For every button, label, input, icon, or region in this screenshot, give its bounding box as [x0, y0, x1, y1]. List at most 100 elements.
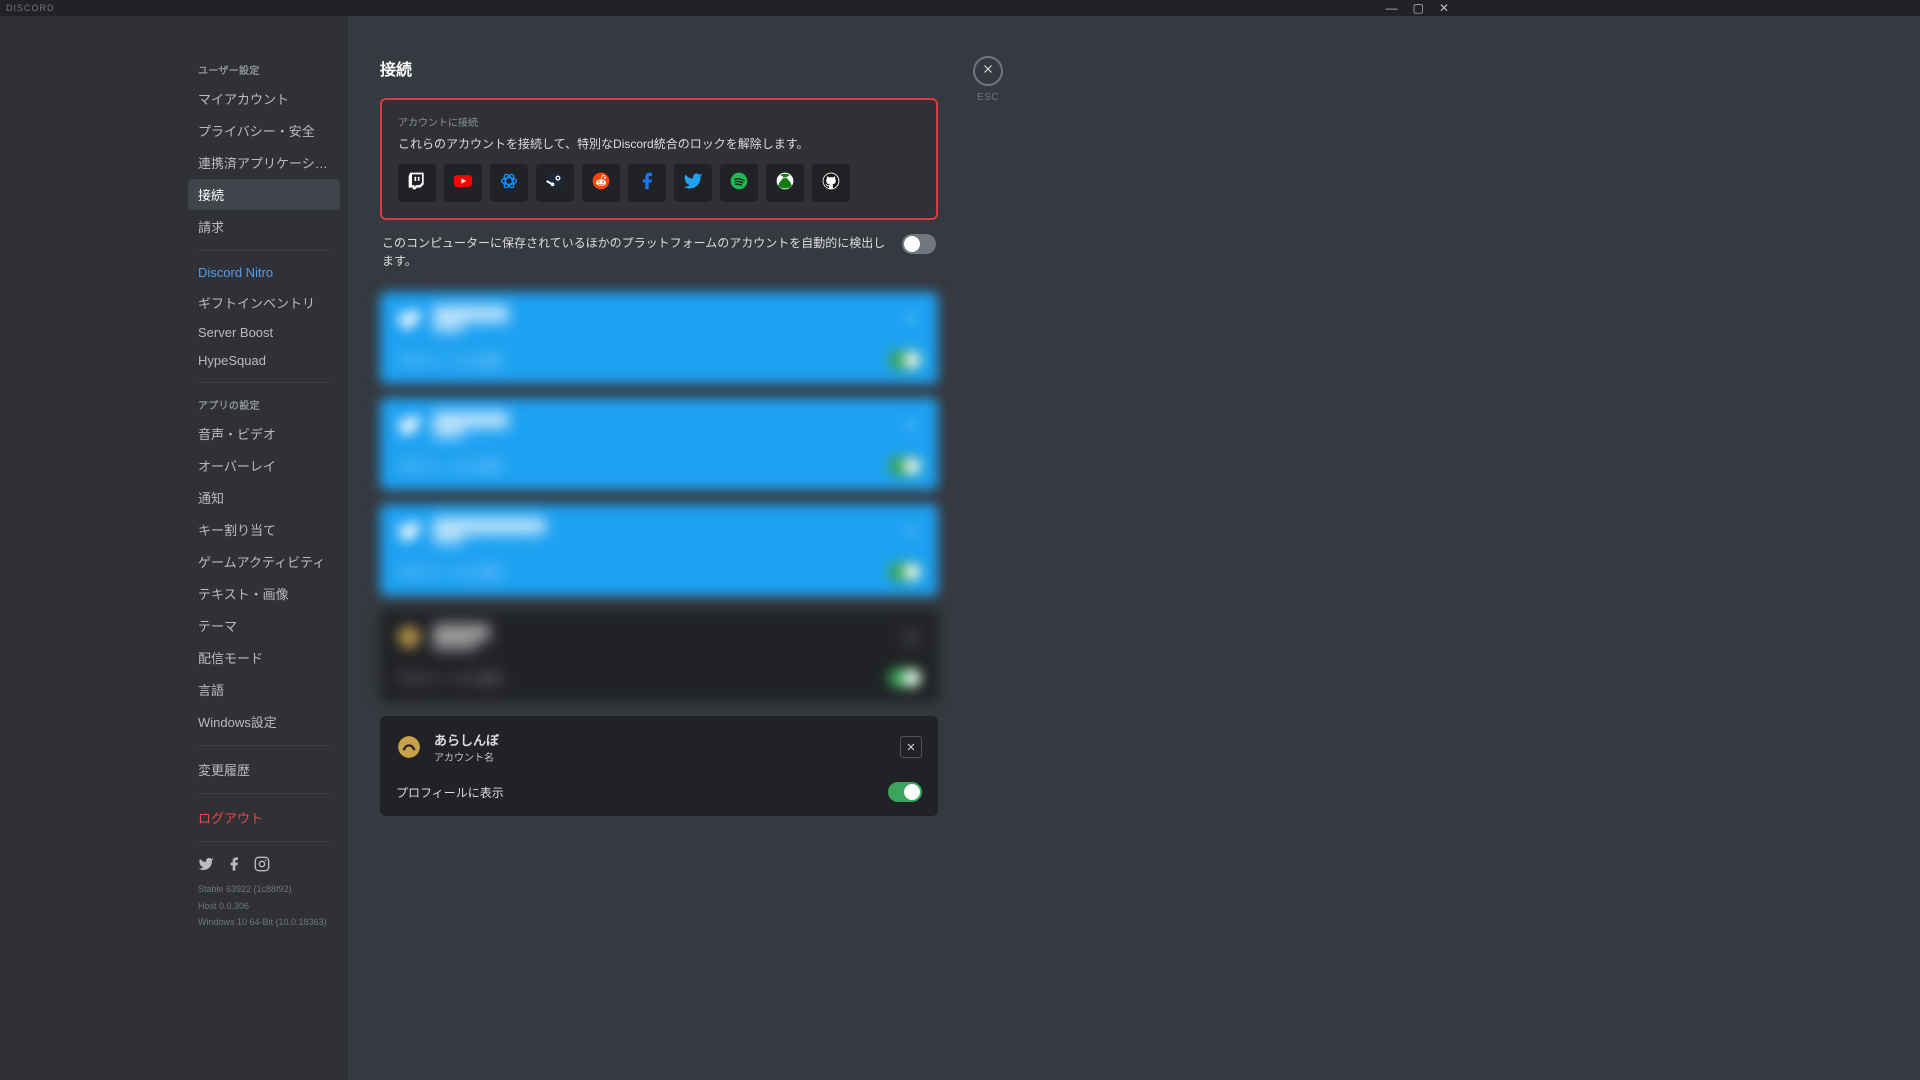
- connection-subtitle: ██████: [434, 639, 888, 650]
- remove-connection-button[interactable]: [900, 736, 922, 758]
- connect-xbox-button[interactable]: [766, 164, 804, 202]
- sidebar-header-app: アプリの設定: [188, 391, 340, 418]
- sidebar-item-streamer-mode[interactable]: 配信モード: [188, 642, 340, 673]
- maximize-button[interactable]: ▢: [1413, 0, 1425, 16]
- sidebar-item-windows[interactable]: Windows設定: [188, 706, 340, 737]
- window-controls: — ▢ ✕: [1386, 0, 1450, 16]
- steam-icon: [545, 171, 565, 196]
- sidebar-item-language[interactable]: 言語: [188, 674, 340, 705]
- show-on-profile-toggle[interactable]: [888, 562, 922, 582]
- connect-facebook-button[interactable]: [628, 164, 666, 202]
- service-icon: [396, 734, 422, 760]
- service-icon: [396, 624, 422, 650]
- sidebar-separator: [198, 745, 330, 746]
- sidebar-item-connections[interactable]: 接続: [188, 179, 340, 210]
- connect-spotify-button[interactable]: [720, 164, 758, 202]
- connection-name: あらしんぼ: [434, 730, 888, 749]
- sidebar-item-gift-inventory[interactable]: ギフトインベントリ: [188, 287, 340, 318]
- facebook-icon[interactable]: [226, 856, 242, 877]
- sidebar-item-my-account[interactable]: マイアカウント: [188, 83, 340, 114]
- battlenet-icon: [499, 171, 519, 196]
- sidebar-separator: [198, 250, 330, 251]
- connection-card: ████████████ プロフィールに表示: [380, 610, 938, 702]
- sidebar-item-keybinds[interactable]: キー割り当て: [188, 514, 340, 545]
- reddit-icon: [591, 171, 611, 196]
- connect-reddit-button[interactable]: [582, 164, 620, 202]
- github-icon: [821, 171, 841, 196]
- sidebar-item-hypesquad[interactable]: HypeSquad: [188, 347, 340, 374]
- connection-name: ██████: [434, 624, 888, 639]
- autodetect-row: このコンピューターに保存されているほかのプラットフォームのアカウントを自動的に検…: [380, 234, 938, 270]
- connect-twitter-button[interactable]: [674, 164, 712, 202]
- show-on-profile-toggle[interactable]: [888, 350, 922, 370]
- connection-subtitle: ████: [434, 533, 888, 544]
- close-label: ESC: [977, 92, 999, 103]
- twitter-icon: [683, 171, 703, 196]
- close-settings-button[interactable]: [973, 56, 1003, 86]
- service-icon: [396, 518, 422, 544]
- xbox-icon: [775, 171, 795, 196]
- sidebar-item-server-boost[interactable]: Server Boost: [188, 319, 340, 346]
- sidebar-item-overlay[interactable]: オーバーレイ: [188, 450, 340, 481]
- show-on-profile-toggle[interactable]: [888, 668, 922, 688]
- remove-connection-button[interactable]: [900, 414, 922, 436]
- show-on-profile-label: プロフィールに表示: [396, 352, 888, 369]
- remove-connection-button[interactable]: [900, 308, 922, 330]
- sidebar-item-text-images[interactable]: テキスト・画像: [188, 578, 340, 609]
- show-on-profile-toggle[interactable]: [888, 782, 922, 802]
- connection-card: ████████████████プロフィールに表示: [380, 504, 938, 596]
- sidebar-item-privacy[interactable]: プライバシー・安全: [188, 115, 340, 146]
- minimize-button[interactable]: —: [1386, 0, 1399, 16]
- twitch-icon: [407, 171, 427, 196]
- connection-subtitle: アカウント名: [434, 749, 888, 764]
- version-line: Windows 10 64-Bit (10.0.18363): [188, 914, 340, 931]
- settings-content: 接続 アカウントに接続 これらのアカウントを接続して、特別なDiscord統合の…: [348, 16, 948, 1080]
- autodetect-toggle[interactable]: [902, 234, 936, 254]
- sidebar-item-logout[interactable]: ログアウト: [188, 802, 340, 833]
- show-on-profile-label: プロフィールに表示: [396, 458, 888, 475]
- connection-card: あらしんぼアカウント名プロフィールに表示: [380, 716, 938, 816]
- connect-steam-button[interactable]: [536, 164, 574, 202]
- sidebar-item-game-activity[interactable]: ゲームアクティビティ: [188, 546, 340, 577]
- connection-card: ████████████ プロフィールに表示: [380, 292, 938, 384]
- sidebar-separator: [198, 841, 330, 842]
- sidebar-social-links: [188, 850, 340, 881]
- close-window-button[interactable]: ✕: [1439, 0, 1450, 16]
- sidebar-item-changelog[interactable]: 変更履歴: [188, 754, 340, 785]
- sidebar-item-voice-video[interactable]: 音声・ビデオ: [188, 418, 340, 449]
- connect-panel-title: アカウントに接続: [398, 114, 920, 129]
- spotify-icon: [729, 171, 749, 196]
- show-on-profile-toggle[interactable]: [888, 456, 922, 476]
- connection-name: ████████: [434, 412, 888, 427]
- remove-connection-button[interactable]: [900, 626, 922, 648]
- twitter-icon[interactable]: [198, 856, 214, 877]
- sidebar-item-billing[interactable]: 請求: [188, 211, 340, 242]
- youtube-icon: [453, 171, 473, 196]
- app-name: DISCORD: [6, 3, 55, 13]
- sidebar-item-authorized-apps[interactable]: 連携済アプリケーショ…: [188, 147, 340, 178]
- sidebar-separator: [198, 382, 330, 383]
- instagram-icon[interactable]: [254, 856, 270, 877]
- sidebar-item-notifications[interactable]: 通知: [188, 482, 340, 513]
- connect-battlenet-button[interactable]: [490, 164, 528, 202]
- version-line: Stable 63922 (1c88f92): [188, 881, 340, 898]
- sidebar-item-nitro[interactable]: Discord Nitro: [188, 259, 340, 286]
- connect-github-button[interactable]: [812, 164, 850, 202]
- settings-sidebar-region: ユーザー設定 マイアカウント プライバシー・安全 連携済アプリケーショ… 接続 …: [0, 16, 348, 1080]
- version-line: Host 0.0.306: [188, 898, 340, 915]
- sidebar-header-user: ユーザー設定: [188, 56, 340, 83]
- connection-name: ████████: [434, 306, 888, 321]
- window-titlebar: DISCORD — ▢ ✕: [0, 0, 1456, 16]
- sidebar-item-appearance[interactable]: テーマ: [188, 610, 340, 641]
- show-on-profile-label: プロフィールに表示: [396, 784, 888, 801]
- connection-subtitle: ████: [434, 427, 888, 438]
- service-icon: [396, 306, 422, 332]
- show-on-profile-label: プロフィールに表示: [396, 670, 888, 687]
- remove-connection-button[interactable]: [900, 520, 922, 542]
- service-icon: [396, 412, 422, 438]
- connect-youtube-button[interactable]: [444, 164, 482, 202]
- connection-subtitle: ████: [434, 321, 888, 332]
- connect-twitch-button[interactable]: [398, 164, 436, 202]
- connection-card: ████████████ プロフィールに表示: [380, 398, 938, 490]
- connect-service-row: [398, 164, 920, 202]
